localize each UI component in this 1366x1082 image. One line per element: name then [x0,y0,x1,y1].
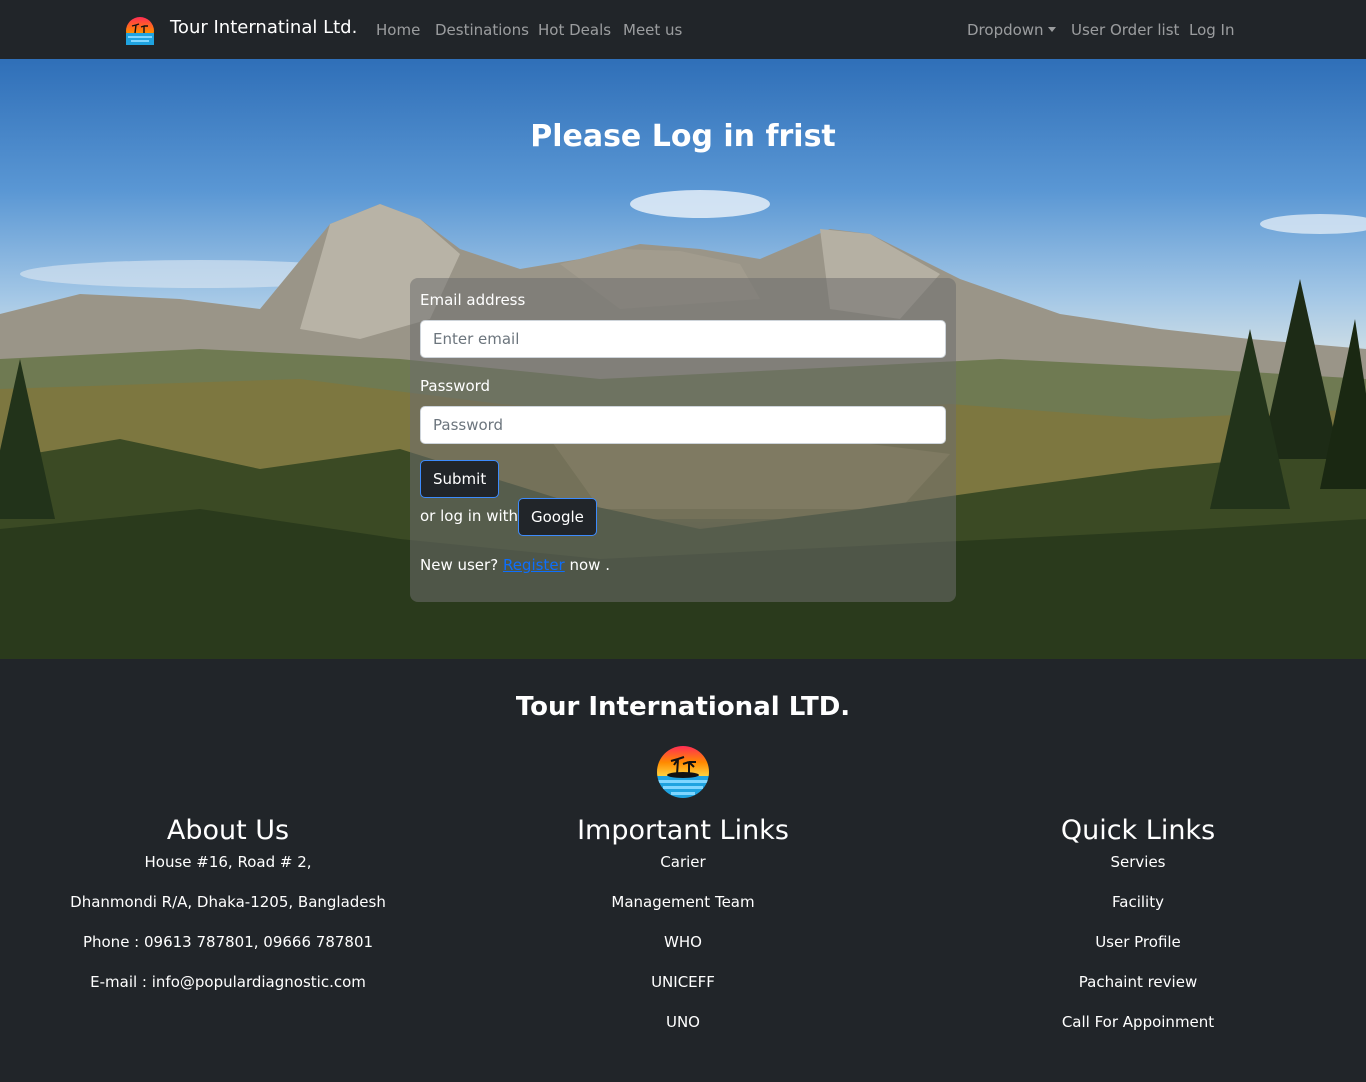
quick-links-heading: Quick Links [1060,815,1216,846]
caret-down-icon [1047,27,1056,32]
footer-link-uno[interactable]: UNO [533,1010,833,1050]
footer-logo-icon [657,746,709,798]
nav-meet-us[interactable]: Meet us [623,21,682,39]
about-us-column: About Us House #16, Road # 2, Dhanmondi … [60,812,396,1010]
login-form: Email address Password Submit or log in … [410,278,956,602]
important-links-column: Important Links Carier Management Team W… [533,812,833,1050]
password-field[interactable] [420,406,946,444]
quick-links-column: Quick Links Servies Facility User Profil… [988,812,1288,1050]
footer-link-management-team[interactable]: Management Team [533,890,833,930]
footer-link-user-profile[interactable]: User Profile [988,930,1288,970]
about-us-heading: About Us [166,815,290,846]
or-login-text: or log in with [420,507,519,525]
now-text: now . [569,556,611,574]
new-user-text: New user? [420,556,499,574]
page-title: Please Log in frist [530,119,836,154]
phone-line: Phone : 09613 787801, 09666 787801 [82,933,374,951]
footer-title: Tour International LTD. [515,692,851,722]
email-label: Email address [420,291,526,309]
nav-hot-deals[interactable]: Hot Deals [538,21,611,39]
nav-destinations[interactable]: Destinations [435,21,529,39]
email-line: E-mail : info@populardiagnostic.com [90,973,366,991]
nav-dropdown[interactable]: Dropdown [967,21,1056,39]
footer-link-who[interactable]: WHO [533,930,833,970]
register-link[interactable]: Register [503,556,565,574]
nav-log-in[interactable]: Log In [1189,21,1235,39]
nav-home[interactable]: Home [376,21,420,39]
footer-link-facility[interactable]: Facility [988,890,1288,930]
register-prompt: New user? Register now . [420,556,610,574]
important-links-heading: Important Links [577,815,789,846]
navbar: Tour Internatinal Ltd. Home Destinations… [0,0,1366,59]
address-line: Dhanmondi R/A, Dhaka-1205, Bangladesh [70,893,386,911]
password-label: Password [420,377,491,395]
brand-name[interactable]: Tour Internatinal Ltd. [170,17,357,38]
submit-button[interactable]: Submit [420,460,500,498]
hero-section: Please Log in frist Email address Passwo… [0,59,1366,659]
footer-link-call-for-appoinment[interactable]: Call For Appoinment [988,1010,1288,1050]
footer: Tour International LTD. About Us House #… [0,659,1366,1082]
footer-link-carier[interactable]: Carier [533,850,833,890]
address-line: House #16, Road # 2, [144,853,312,871]
brand-logo-icon[interactable] [125,16,155,46]
nav-user-order-list[interactable]: User Order list [1071,21,1179,39]
email-field[interactable] [420,320,946,358]
nav-dropdown-label: Dropdown [967,21,1044,39]
footer-link-servies[interactable]: Servies [988,850,1288,890]
footer-link-pachaint-review[interactable]: Pachaint review [988,970,1288,1010]
google-login-button[interactable]: Google [518,498,597,536]
footer-link-uniceff[interactable]: UNICEFF [533,970,833,1010]
